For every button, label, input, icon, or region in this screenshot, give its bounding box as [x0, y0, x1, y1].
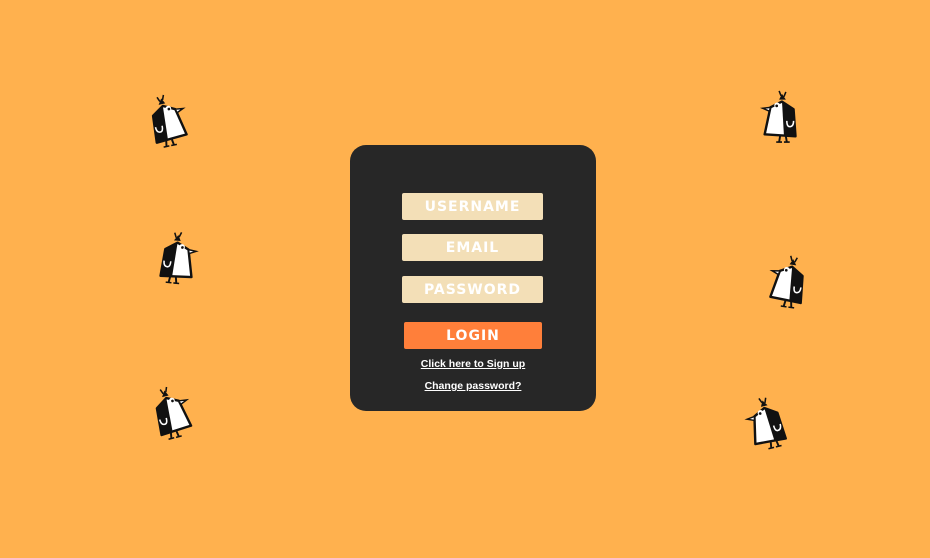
penguin-icon [142, 94, 190, 148]
password-field[interactable] [402, 276, 543, 303]
penguin-icon [744, 396, 792, 450]
username-field[interactable] [402, 193, 543, 220]
login-button[interactable]: LOGIN [404, 322, 542, 349]
penguin-icon [146, 386, 194, 440]
login-card: LOGIN Click here to Sign up Change passw… [350, 145, 596, 411]
signup-link[interactable]: Click here to Sign up [350, 358, 596, 370]
penguin-icon [766, 255, 814, 309]
change-password-link[interactable]: Change password? [350, 380, 596, 392]
email-field[interactable] [402, 234, 543, 261]
penguin-icon [152, 231, 200, 285]
penguin-icon [758, 90, 806, 144]
